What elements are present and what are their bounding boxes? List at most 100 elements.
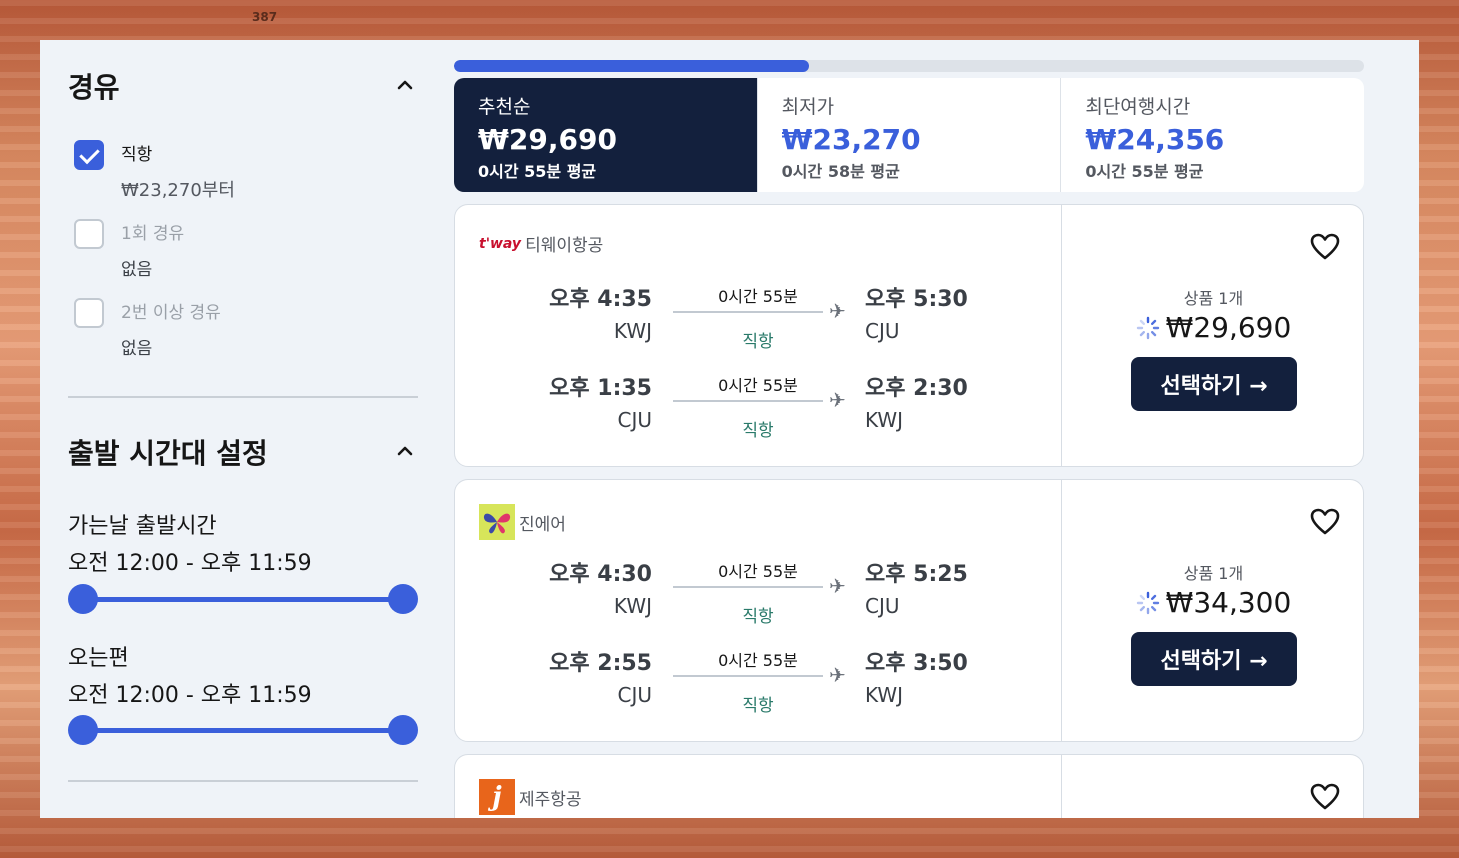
return-leg: 오후 1:35 CJU 0시간 55분 ✈ 직항 오후 2:30 KWJ [455, 370, 1062, 442]
arrival-airport: CJU [865, 319, 900, 343]
stop-option-label: 1회 경유 [121, 224, 185, 244]
flight-duration: 0시간 55분 [718, 651, 798, 670]
arrival-time: 오후 3:50 [865, 651, 968, 676]
total-price: ₩29,690 [1165, 311, 1292, 344]
outbound-range: 오전 12:00 - 오후 11:59 [68, 551, 312, 576]
itinerary: t'way 티웨이항공 오후 4:35 KWJ 0시간 55분 ✈ 직항 오후 … [455, 205, 1062, 466]
airline: t'way 티웨이항공 [479, 231, 604, 257]
airline-name: 제주항공 [519, 789, 582, 810]
stop-option-two-plus[interactable]: 2번 이상 경유 없음 [74, 298, 221, 359]
sort-tab-average: 0시간 55분 평균 [1085, 162, 1204, 181]
stop-option-label: 직항 [121, 145, 153, 165]
departure-time: 오후 4:30 [549, 562, 652, 587]
slider-handle-end[interactable] [388, 715, 418, 745]
airline-logo: j [479, 779, 515, 815]
inbound-range: 오전 12:00 - 오후 11:59 [68, 683, 312, 708]
slider-handle-start[interactable] [68, 584, 98, 614]
slider-handle-end[interactable] [388, 584, 418, 614]
route-line [673, 400, 823, 402]
product-count: 상품 1개 [1183, 289, 1244, 308]
slider-handle-start[interactable] [68, 715, 98, 745]
airline-logo: t'way [479, 235, 522, 252]
airline-name: 진에어 [519, 514, 566, 535]
heart-icon[interactable] [1309, 231, 1341, 263]
sort-tab-price: ₩24,356 [1085, 123, 1225, 156]
chevron-up-icon[interactable] [394, 440, 416, 462]
airline: j 제주항공 [479, 779, 582, 815]
sort-tab-average: 0시간 55분 평균 [478, 162, 597, 181]
price-row: ₩29,690 [1062, 311, 1363, 344]
departure-airport: KWJ [613, 594, 652, 618]
plane-icon: ✈ [829, 663, 846, 687]
sort-tab-recommended[interactable]: 추천순 ₩29,690 0시간 55분 평균 [454, 78, 758, 192]
plane-icon: ✈ [829, 574, 846, 598]
price-row: ₩34,300 [1062, 586, 1363, 619]
sort-tab-cheapest[interactable]: 최저가 ₩23,270 0시간 58분 평균 [758, 78, 1062, 192]
departure-time: 오후 2:55 [549, 651, 652, 676]
departure-time: 오후 4:35 [549, 287, 652, 312]
itinerary: j 제주항공 [455, 755, 1062, 818]
sort-tab-price: ₩29,690 [478, 123, 617, 156]
stop-option-price: 없음 [121, 260, 153, 280]
inbound-time-slider[interactable] [68, 715, 418, 745]
plane-icon: ✈ [829, 299, 846, 323]
arrival-time: 오후 2:30 [865, 376, 968, 401]
two-plus-checkbox[interactable] [74, 298, 104, 328]
select-button[interactable]: 선택하기 → [1131, 357, 1297, 411]
arrival-airport: KWJ [865, 408, 904, 432]
outbound-leg: 오후 4:35 KWJ 0시간 55분 ✈ 직항 오후 5:30 CJU [455, 281, 1062, 353]
sort-tab-label: 최단여행시간 [1085, 96, 1191, 118]
stop-option-one-stop[interactable]: 1회 경유 없음 [74, 219, 184, 280]
route-line [673, 675, 823, 677]
total-price: ₩34,300 [1165, 586, 1292, 619]
stops-label: 직항 [742, 607, 774, 627]
stop-option-direct[interactable]: 직항 ₩23,270부터 [74, 140, 235, 202]
flight-result-card[interactable]: t'way 티웨이항공 오후 4:35 KWJ 0시간 55분 ✈ 직항 오후 … [454, 204, 1364, 467]
heart-icon[interactable] [1309, 781, 1341, 813]
loading-spinner-icon [1136, 591, 1160, 615]
departure-time-title: 출발 시간대 설정 [68, 437, 268, 470]
route-line [673, 311, 823, 313]
departure-airport: CJU [617, 408, 652, 432]
departure-airport: CJU [617, 683, 652, 707]
background-tag: 387 [252, 10, 278, 24]
product-count: 상품 1개 [1183, 564, 1244, 583]
flight-duration: 0시간 55분 [718, 376, 798, 395]
stops-label: 직항 [742, 696, 774, 716]
arrival-time: 오후 5:25 [865, 562, 968, 587]
sort-tab-price: ₩23,270 [781, 123, 921, 156]
sort-tab-label: 추천순 [478, 96, 531, 118]
one-stop-checkbox[interactable] [74, 219, 104, 249]
flight-duration: 0시간 55분 [718, 287, 798, 306]
heart-icon[interactable] [1309, 506, 1341, 538]
sort-tabs: 추천순 ₩29,690 0시간 55분 평균 최저가 ₩23,270 0시간 5… [454, 78, 1364, 192]
arrival-time: 오후 5:30 [865, 287, 968, 312]
price-panel: 상품 1개 ₩29,690 선택하기 → [1062, 205, 1363, 466]
inbound-label: 오는편 [68, 646, 129, 671]
select-button[interactable]: 선택하기 → [1131, 632, 1297, 686]
airline: 진에어 [479, 504, 566, 540]
flight-result-card[interactable]: j 제주항공 [454, 754, 1364, 818]
departure-time: 오후 1:35 [549, 376, 652, 401]
stops-filter-title: 경유 [68, 71, 120, 104]
results-panel: 경유 직항 ₩23,270부터 1회 경유 없음 2번 이상 경유 없음 출발 … [40, 40, 1419, 818]
arrival-airport: KWJ [865, 683, 904, 707]
outbound-leg: 오후 4:30 KWJ 0시간 55분 ✈ 직항 오후 5:25 CJU [455, 556, 1062, 628]
sort-tab-fastest[interactable]: 최단여행시간 ₩24,356 0시간 55분 평균 [1061, 78, 1364, 192]
progress-fill [454, 60, 809, 72]
plane-icon: ✈ [829, 388, 846, 412]
loading-progress-bar [454, 60, 1364, 72]
divider [68, 780, 418, 782]
direct-checkbox[interactable] [74, 140, 104, 170]
price-panel [1062, 755, 1363, 818]
route-line [673, 586, 823, 588]
stop-option-price: ₩23,270부터 [121, 180, 235, 201]
price-panel: 상품 1개 ₩34,300 선택하기 → [1062, 480, 1363, 741]
departure-airport: KWJ [613, 319, 652, 343]
flight-result-card[interactable]: 진에어 오후 4:30 KWJ 0시간 55분 ✈ 직항 오후 5:25 CJU… [454, 479, 1364, 742]
stop-option-label: 2번 이상 경유 [121, 303, 221, 323]
outbound-time-slider[interactable] [68, 584, 418, 614]
chevron-up-icon[interactable] [394, 74, 416, 96]
stop-option-price: 없음 [121, 339, 153, 359]
airline-name: 티웨이항공 [525, 236, 604, 256]
